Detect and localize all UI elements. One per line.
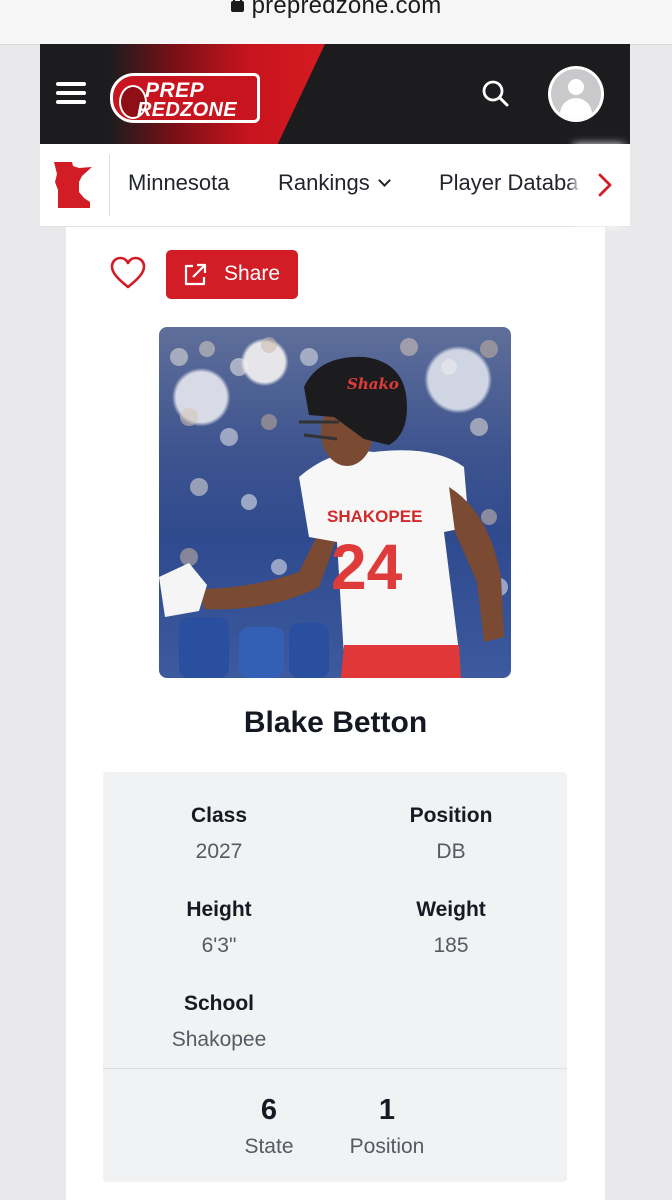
- detail-value: 185: [433, 934, 469, 957]
- detail-value: DB: [436, 840, 466, 863]
- user-avatar-icon[interactable]: [548, 66, 604, 122]
- player-details-panel: Class 2027 Position DB Height 6'3" Weigh…: [103, 772, 567, 1182]
- detail-class: Class 2027: [103, 804, 335, 864]
- chevron-right-icon[interactable]: [580, 144, 630, 226]
- detail-label: School: [183, 992, 254, 1015]
- nav-item-player-database[interactable]: Player Databa: [439, 170, 578, 196]
- rankings-divider: [103, 1068, 567, 1069]
- minnesota-state-icon[interactable]: [52, 160, 96, 210]
- browser-url-bar[interactable]: prepredzone.com: [0, 0, 672, 45]
- jersey-text: SHAKOPEE: [327, 507, 422, 526]
- url-text: prepredzone.com: [251, 0, 442, 19]
- detail-label: Weight: [416, 898, 486, 921]
- share-button[interactable]: Share: [166, 250, 298, 299]
- site-header: PREP REDZONE: [40, 44, 630, 144]
- detail-value: Shakopee: [171, 1028, 267, 1051]
- detail-value: 2027: [195, 840, 243, 863]
- helmet-text: Shako: [347, 375, 399, 393]
- nav-item-rankings-label: Rankings: [278, 170, 370, 195]
- detail-height: Height 6'3": [103, 898, 335, 958]
- prep-redzone-logo[interactable]: PREP REDZONE: [108, 66, 260, 123]
- nav-clip: Player Databa: [439, 144, 579, 226]
- nav-item-rankings[interactable]: Rankings: [278, 170, 391, 196]
- external-link-icon: [182, 262, 208, 288]
- jersey-number: 24: [331, 531, 403, 603]
- detail-label: Height: [186, 898, 252, 921]
- detail-label: Position: [409, 804, 493, 827]
- player-photo: SHAKOPEE 24 Shako: [159, 327, 511, 678]
- chevron-down-icon: [377, 174, 391, 187]
- url-display[interactable]: prepredzone.com: [0, 0, 672, 20]
- menu-icon[interactable]: [56, 80, 86, 106]
- share-label: Share: [224, 262, 281, 285]
- nav-divider: [109, 154, 110, 216]
- detail-school: School Shakopee: [103, 992, 335, 1052]
- logo-badge: PREP REDZONE: [110, 73, 260, 123]
- ranking-label: Position: [349, 1135, 425, 1158]
- detail-position: Position DB: [335, 804, 567, 864]
- nav-item-minnesota[interactable]: Minnesota: [128, 170, 230, 196]
- heart-icon[interactable]: [110, 256, 146, 290]
- lock-icon: [230, 0, 244, 12]
- ranking-number: 1: [378, 1094, 396, 1126]
- detail-weight: Weight 185: [335, 898, 567, 958]
- state-nav-bar: Minnesota Rankings Player Databa: [40, 144, 630, 227]
- ranking-position: 1 Position: [317, 1094, 457, 1159]
- logo-text-prep: PREP: [145, 79, 205, 102]
- search-icon[interactable]: [480, 78, 512, 110]
- logo-text-redzone: REDZONE: [137, 99, 237, 121]
- detail-label: Class: [190, 804, 248, 827]
- player-name: Blake Betton: [243, 706, 428, 739]
- detail-value: 6'3": [201, 934, 237, 957]
